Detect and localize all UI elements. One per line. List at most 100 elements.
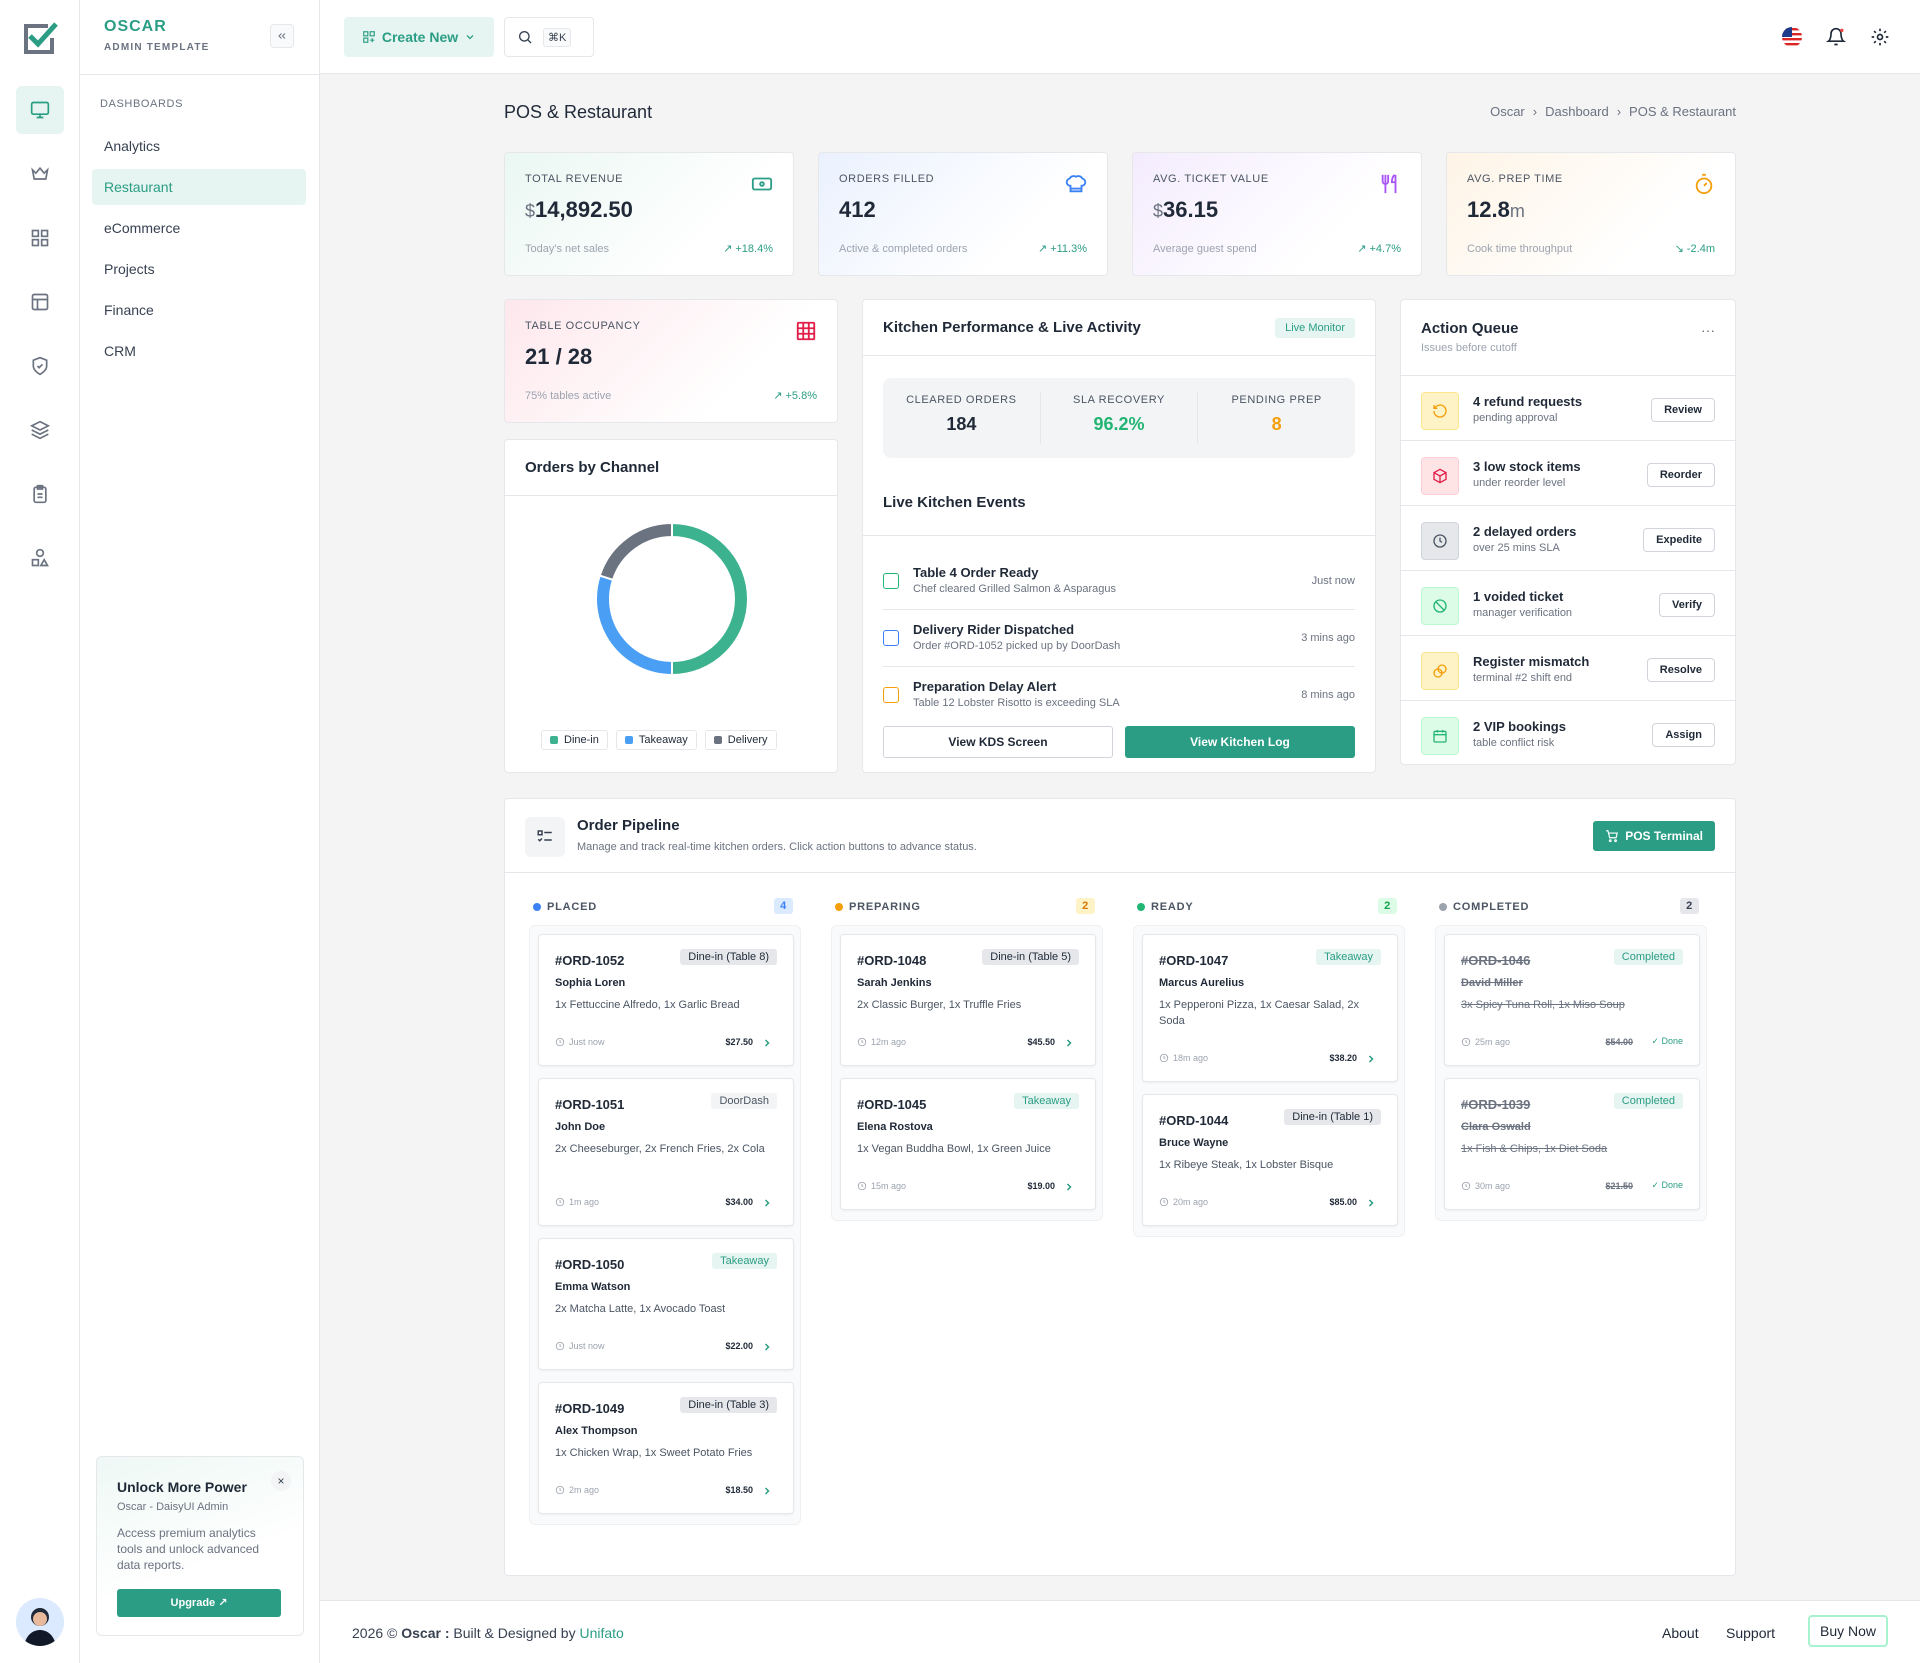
action-item: 2 delayed orders over 25 mins SLA Expedite	[1401, 505, 1735, 570]
clock-icon	[555, 1341, 565, 1351]
us-flag-icon[interactable]	[1780, 25, 1804, 49]
order-card[interactable]: #ORD-1047 Takeaway Marcus Aurelius 1x Pe…	[1142, 934, 1398, 1082]
clock-icon	[555, 1485, 565, 1495]
order-items: 2x Matcha Latte, 1x Avocado Toast	[555, 1303, 726, 1315]
buy-now-button[interactable]: Buy Now	[1808, 1615, 1888, 1647]
gear-icon[interactable]	[1868, 25, 1892, 49]
more-menu-button[interactable]: ···	[1701, 322, 1715, 338]
kitchen-stats: CLEARED ORDERS 184 SLA RECOVERY 96.2% PEND…	[883, 378, 1355, 458]
stat-label: TABLE OCCUPANCY	[525, 320, 641, 332]
view-kds-button[interactable]: View KDS Screen	[883, 726, 1113, 758]
user-avatar[interactable]	[16, 1598, 64, 1646]
advance-status-button[interactable]	[761, 1341, 773, 1353]
advance-status-button[interactable]	[1365, 1197, 1377, 1209]
footer-link-support[interactable]: Support	[1726, 1625, 1775, 1641]
order-card[interactable]: #ORD-1046 Completed David Miller 3x Spic…	[1444, 934, 1700, 1066]
donut-slice-dine-in[interactable]	[671, 521, 749, 677]
crown-icon[interactable]	[16, 150, 64, 198]
footer-link-about[interactable]: About	[1662, 1625, 1699, 1641]
chevron-right-icon	[764, 1199, 770, 1207]
sidebar-item-ecommerce[interactable]: eCommerce	[92, 210, 306, 246]
chevron-right-icon	[764, 1039, 770, 1047]
company-link[interactable]: Unifato	[579, 1625, 623, 1641]
order-tag: Completed	[1613, 949, 1683, 965]
stat-sub: Cook time throughput	[1467, 243, 1573, 255]
chef-hat-icon	[1065, 173, 1087, 195]
oscar-logo[interactable]	[20, 18, 60, 58]
shield-icon[interactable]	[16, 342, 64, 390]
layers-icon[interactable]	[16, 406, 64, 454]
advance-status-button[interactable]	[1063, 1037, 1075, 1049]
donut-slice-delivery[interactable]	[598, 521, 673, 582]
legend-item[interactable]: Delivery	[704, 730, 777, 750]
coins-icon	[1421, 652, 1459, 690]
status-dot	[835, 903, 843, 911]
customer-name: Sophia Loren	[555, 977, 626, 989]
order-card[interactable]: #ORD-1048 Dine-in (Table 5) Sarah Jenkin…	[840, 934, 1096, 1066]
event-item[interactable]: Delivery Rider Dispatched Order #ORD-1052…	[883, 610, 1355, 667]
advance-status-button[interactable]	[761, 1197, 773, 1209]
event-item[interactable]: Preparation Delay Alert Table 12 Lobster …	[883, 667, 1355, 724]
bell-icon[interactable]	[1824, 25, 1848, 49]
resolve-button[interactable]: Resolve	[1646, 658, 1715, 682]
sidebar-item-restaurant[interactable]: Restaurant	[92, 169, 306, 205]
breadcrumb-item[interactable]: Dashboard	[1545, 104, 1609, 119]
action-item: 3 low stock items under reorder level Reor…	[1401, 440, 1735, 505]
clipboard-icon[interactable]	[16, 470, 64, 518]
order-card[interactable]: #ORD-1051 DoorDash John Doe 2x Cheesebur…	[538, 1078, 794, 1226]
brand: OSCAR ADMIN TEMPLATE	[104, 18, 210, 53]
close-promo-button[interactable]: ×	[271, 1471, 291, 1491]
order-tag: Completed	[1613, 1093, 1683, 1109]
layout-icon[interactable]	[16, 278, 64, 326]
order-card[interactable]: #ORD-1050 Takeaway Emma Watson 2x Matcha…	[538, 1238, 794, 1370]
view-kitchen-log-button[interactable]: View Kitchen Log	[1125, 726, 1355, 758]
breadcrumb-item[interactable]: Oscar	[1490, 104, 1525, 119]
order-tag: Dine-in (Table 8)	[680, 949, 777, 965]
order-card[interactable]: #ORD-1045 Takeaway Elena Rostova 1x Vega…	[840, 1078, 1096, 1210]
order-tag: DoorDash	[711, 1093, 777, 1109]
monitor-icon[interactable]	[16, 86, 64, 134]
order-card[interactable]: #ORD-1049 Dine-in (Table 3) Alex Thompso…	[538, 1382, 794, 1514]
pos-terminal-button[interactable]: POS Terminal	[1593, 821, 1715, 851]
order-card[interactable]: #ORD-1039 Completed Clara Oswald 1x Fish…	[1444, 1078, 1700, 1210]
assign-button[interactable]: Assign	[1652, 723, 1715, 747]
table-icon	[795, 320, 817, 342]
expedite-button[interactable]: Expedite	[1643, 528, 1715, 552]
shapes-icon[interactable]	[16, 534, 64, 582]
stat-label: AVG. PREP TIME	[1467, 173, 1563, 185]
sidebar-item-projects[interactable]: Projects	[92, 251, 306, 287]
event-checkbox[interactable]	[883, 687, 899, 703]
legend-item[interactable]: Dine-in	[541, 730, 608, 750]
grid-icon[interactable]	[16, 214, 64, 262]
sidebar-item-finance[interactable]: Finance	[92, 292, 306, 328]
clock-icon	[1461, 1037, 1471, 1047]
advance-status-button[interactable]	[761, 1485, 773, 1497]
event-item[interactable]: Table 4 Order Ready Chef cleared Grilled …	[883, 553, 1355, 610]
order-card[interactable]: #ORD-1052 Dine-in (Table 8) Sophia Loren…	[538, 934, 794, 1066]
advance-status-button[interactable]	[1063, 1181, 1075, 1193]
order-id: #ORD-1052	[555, 953, 625, 968]
verify-button[interactable]: Verify	[1659, 593, 1715, 617]
advance-status-button[interactable]	[761, 1037, 773, 1049]
advance-status-button[interactable]	[1365, 1053, 1377, 1065]
event-checkbox[interactable]	[883, 573, 899, 589]
event-checkbox[interactable]	[883, 630, 899, 646]
order-tag: Takeaway	[712, 1253, 777, 1269]
column-header: PREPARING 2	[835, 898, 1095, 914]
donut-slice-takeaway[interactable]	[595, 574, 673, 677]
collapse-sidebar-button[interactable]	[270, 24, 294, 48]
order-card[interactable]: #ORD-1044 Dine-in (Table 1) Bruce Wayne …	[1142, 1094, 1398, 1226]
upgrade-button[interactable]: Upgrade ↗	[117, 1589, 281, 1617]
sidebar-item-analytics[interactable]: Analytics	[92, 128, 306, 164]
stat-trend: ↘ -2.4m	[1674, 243, 1715, 255]
sidebar-item-crm[interactable]: CRM	[92, 333, 306, 369]
chevron-right-icon: ›	[1532, 104, 1538, 119]
reorder-button[interactable]: Reorder	[1646, 463, 1715, 487]
legend-item[interactable]: Takeaway	[615, 730, 697, 750]
review-button[interactable]: Review	[1651, 398, 1715, 422]
search-button[interactable]: ⌘K	[504, 17, 594, 57]
stat-sub: 75% tables active	[525, 390, 612, 402]
stat-card-occupancy: TABLE OCCUPANCY 21 / 28 75% tables activ…	[504, 299, 838, 423]
create-new-button[interactable]: Create New	[344, 17, 494, 57]
order-items: 1x Vegan Buddha Bowl, 1x Green Juice	[857, 1143, 1051, 1155]
